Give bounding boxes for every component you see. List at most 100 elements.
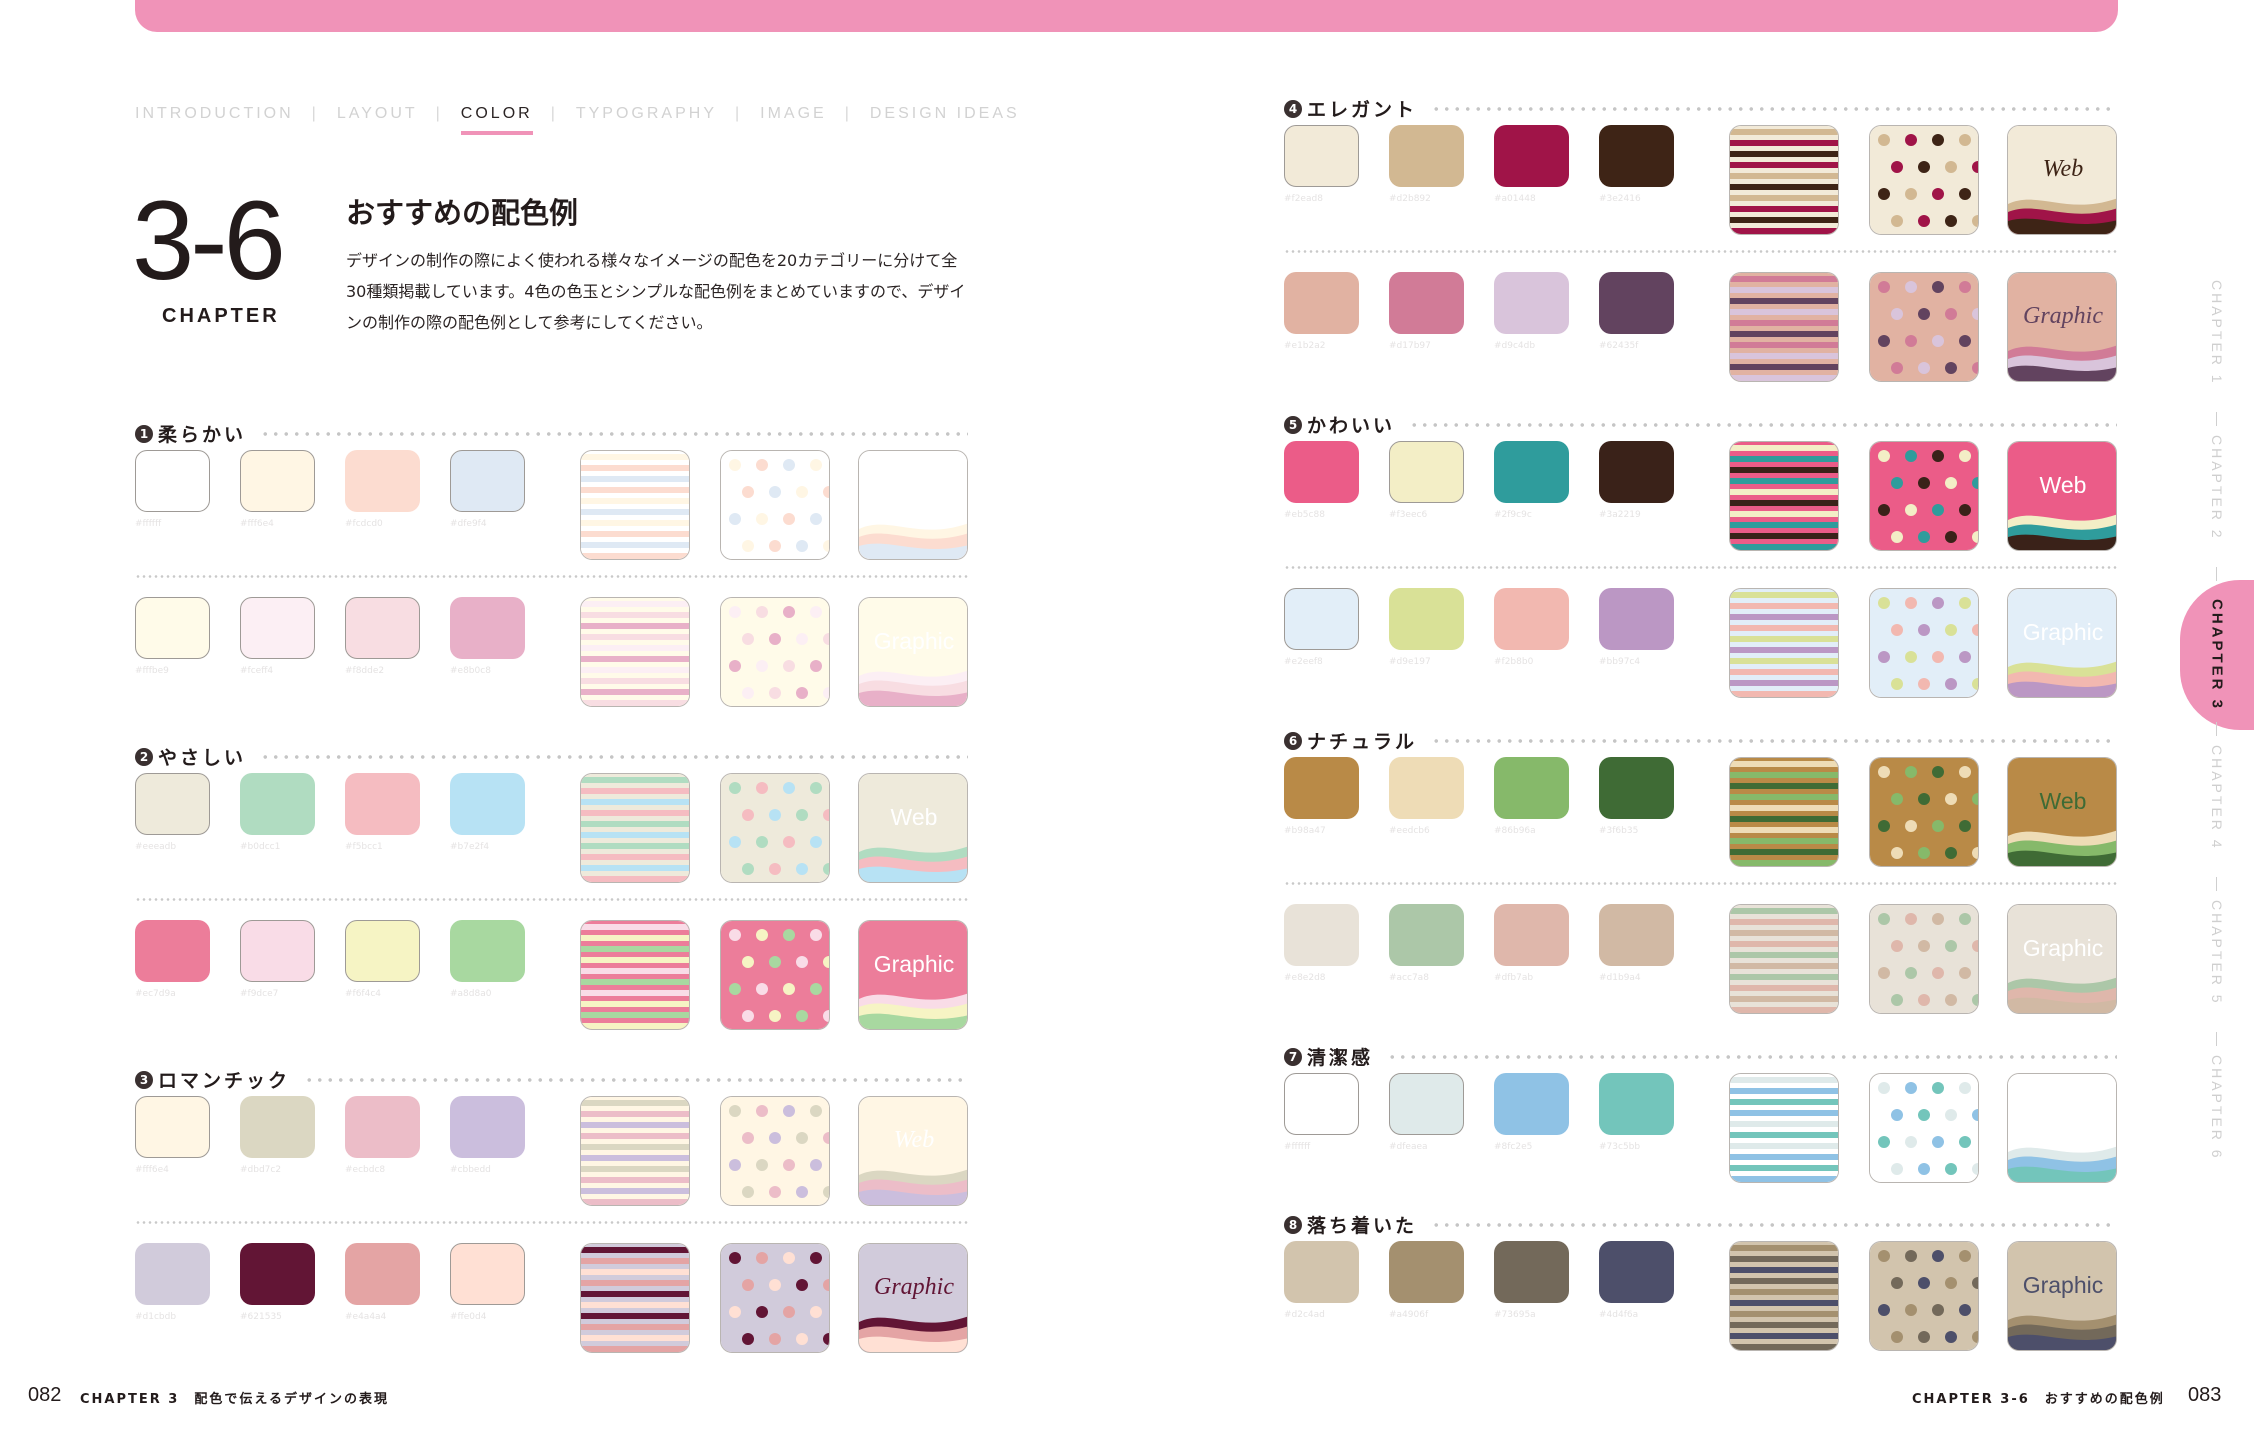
wave-sample-tile: Web <box>858 773 968 883</box>
nav-item-typography[interactable]: TYPOGRAPHY <box>576 105 717 123</box>
nav-item-image[interactable]: IMAGE <box>760 105 827 123</box>
wave-sample-tile: Web <box>858 1096 968 1206</box>
swatch-color-values: #cbbedd <box>450 1165 491 1175</box>
swatch-color-values: #4d4f6a <box>1599 1310 1639 1320</box>
nav-item-layout[interactable]: LAYOUT <box>337 105 418 123</box>
wave-sample-tile: Web <box>2007 125 2117 235</box>
wave-sample-tile: Web <box>858 450 968 560</box>
swatch-color-values: #3f6b35 <box>1599 826 1639 836</box>
color-swatch <box>240 920 315 982</box>
category-name: 落ち着いた <box>1307 1215 1418 1237</box>
color-swatch <box>345 450 420 512</box>
palette-row: #d1cbdb #621535 #e4a4a4 #ffe0d4 Graphic <box>135 1243 968 1353</box>
palette-row: #ffffff #fff6e4 #fcdcd0 #dfe9f4 Web <box>135 450 968 560</box>
nav-item-design-ideas[interactable]: DESIGN IDEAS <box>870 105 1020 123</box>
palette-row: #ec7d9a #f9dce7 #f6f4c4 #a8d8a0 Graphic <box>135 920 968 1030</box>
color-swatch <box>1389 441 1464 503</box>
category-header: 1 柔らかい <box>135 420 968 447</box>
palette-row: #f2ead8 #d2b892 #a01448 #3e2416 Web <box>1284 125 2117 235</box>
color-swatch <box>1284 272 1359 334</box>
side-tab-chapter-5[interactable]: CHAPTER 5 <box>2180 900 2254 1020</box>
color-swatch <box>345 773 420 835</box>
swatch-color-values: #e8e2d8 <box>1284 973 1326 983</box>
color-swatch <box>135 597 210 659</box>
wave-sample-tile: Web <box>2007 1073 2117 1183</box>
dot-pattern-tile <box>720 450 830 560</box>
category-header: 5 かわいい <box>1284 411 2117 438</box>
category-header: 6 ナチュラル <box>1284 727 2117 754</box>
color-swatch <box>135 1096 210 1158</box>
palette-row: #eb5c88 #f3eec6 #2f9c9c #3a2219 Web <box>1284 441 2117 551</box>
color-swatch <box>1494 441 1569 503</box>
color-swatch <box>1284 1073 1359 1135</box>
palette-divider <box>1284 566 2117 569</box>
page-title: おすすめの配色例 <box>346 196 579 230</box>
chapter-nav: INTRODUCTION | LAYOUT | COLOR | TYPOGRAPHY | IMA… <box>135 94 1020 135</box>
palette-row: #b98a47 #eedcb6 #86b96a #3f6b35 Web <box>1284 757 2117 867</box>
stripe-pattern-tile <box>1729 904 1839 1014</box>
color-swatch <box>1599 1073 1674 1135</box>
swatch-color-values: #a4906f <box>1389 1310 1429 1320</box>
nav-item-color[interactable]: COLOR <box>460 105 533 135</box>
color-swatch <box>450 773 525 835</box>
palette-divider <box>135 1221 968 1224</box>
swatch-color-values: #f5bcc1 <box>345 842 383 852</box>
color-swatch <box>1284 125 1359 187</box>
color-swatch <box>1599 441 1674 503</box>
side-tab-chapter-6[interactable]: CHAPTER 6 <box>2180 1055 2254 1175</box>
side-tab-chapter-4[interactable]: CHAPTER 4 <box>2180 745 2254 865</box>
swatch-color-values: #ffe0d4 <box>450 1312 487 1322</box>
nav-item-introduction[interactable]: INTRODUCTION <box>135 105 294 123</box>
dotted-rule <box>1387 1054 2117 1059</box>
color-swatch <box>1599 588 1674 650</box>
swatch-color-values: #86b96a <box>1494 826 1536 836</box>
color-swatch <box>1494 588 1569 650</box>
palette-divider <box>135 898 968 901</box>
color-swatch <box>345 1096 420 1158</box>
chapter-label: CHAPTER <box>162 305 280 327</box>
stripe-pattern-tile <box>1729 1241 1839 1351</box>
color-swatch <box>450 1243 525 1305</box>
color-swatch <box>135 1243 210 1305</box>
swatch-color-values: #e8b0c8 <box>450 666 491 676</box>
color-swatch <box>1494 1241 1569 1303</box>
wave-sample-tile: Graphic <box>2007 904 2117 1014</box>
color-swatch <box>450 920 525 982</box>
swatch-color-values: #73c5bb <box>1599 1142 1641 1152</box>
color-swatch <box>1389 588 1464 650</box>
side-tab-chapter-1[interactable]: CHAPTER 1 <box>2180 280 2254 400</box>
dot-pattern-tile <box>1869 125 1979 235</box>
side-tab-chapter-3[interactable]: CHAPTER 3 <box>2180 580 2254 730</box>
color-swatch <box>1284 441 1359 503</box>
category-header: 8 落ち着いた <box>1284 1211 2117 1238</box>
color-swatch <box>135 773 210 835</box>
swatch-color-values: #a8d8a0 <box>450 989 492 999</box>
swatch-color-values: #a01448 <box>1494 194 1536 204</box>
side-tab-chapter-2[interactable]: CHAPTER 2 <box>2180 435 2254 555</box>
dot-pattern-tile <box>720 1243 830 1353</box>
category-name: かわいい <box>1307 415 1396 437</box>
color-swatch <box>345 1243 420 1305</box>
dot-pattern-tile <box>1869 904 1979 1014</box>
side-tab-label: CHAPTER 6 <box>2209 1055 2225 1161</box>
swatch-color-values: #ec7d9a <box>135 989 176 999</box>
swatch-color-values: #3e2416 <box>1599 194 1641 204</box>
swatch-color-values: #fff6e4 <box>240 519 274 529</box>
swatch-color-values: #f6f4c4 <box>345 989 382 999</box>
category-number-badge: 4 <box>1284 99 1302 118</box>
dotted-rule <box>1431 738 2117 743</box>
category-number-badge: 8 <box>1284 1215 1302 1234</box>
dot-pattern-tile <box>1869 272 1979 382</box>
wave-sample-tile: Graphic <box>858 1243 968 1353</box>
color-swatch <box>450 450 525 512</box>
swatch-color-values: #d1cbdb <box>135 1312 177 1322</box>
sample-label: Graphic <box>873 951 955 977</box>
swatch-color-values: #fffbe9 <box>135 666 169 676</box>
top-accent-bar <box>135 0 2118 32</box>
swatch-color-values: #d9c4db <box>1494 341 1536 351</box>
sample-label: Graphic <box>2022 1272 2104 1298</box>
color-swatch <box>1389 904 1464 966</box>
category-number-badge: 3 <box>135 1070 153 1089</box>
side-tab-separator <box>2216 412 2217 426</box>
color-swatch <box>1389 125 1464 187</box>
